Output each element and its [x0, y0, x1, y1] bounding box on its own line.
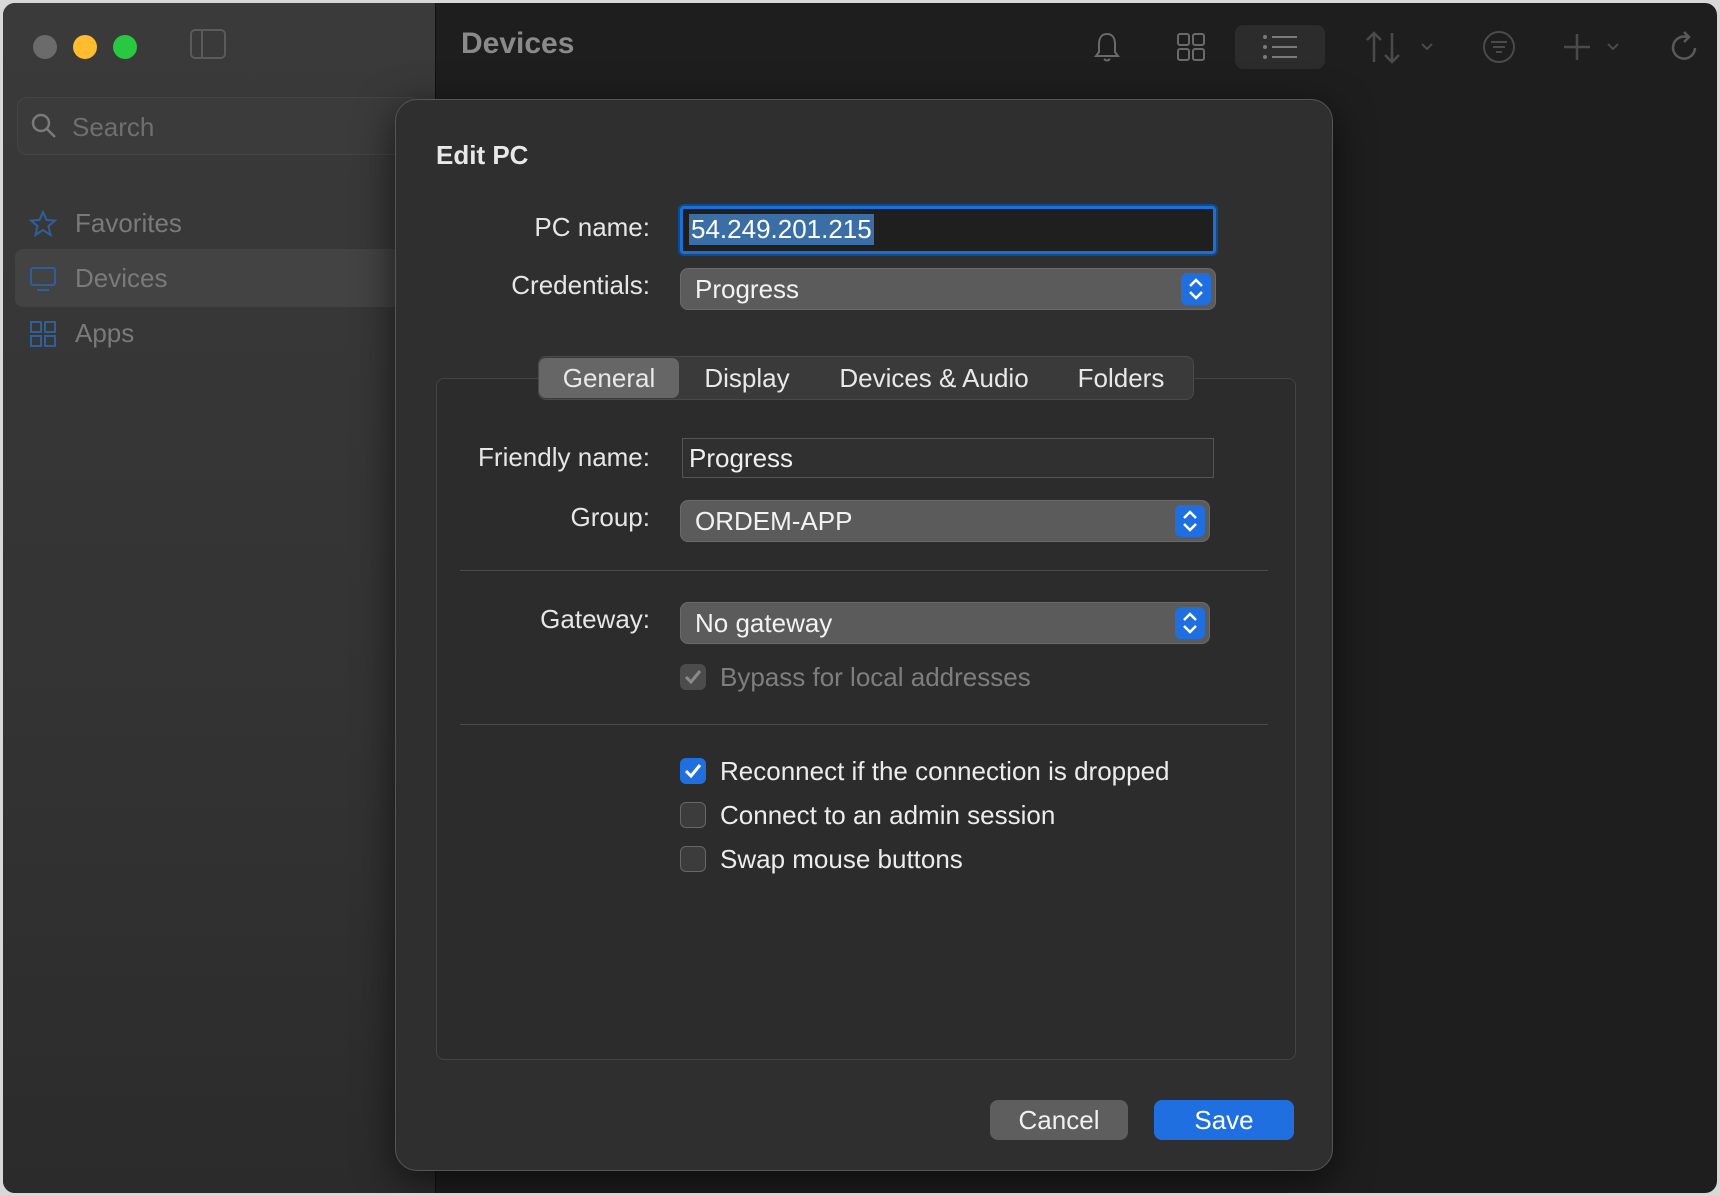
sidebar: Search Favorites Devices Apps — [3, 3, 436, 1193]
group-label: Group: — [570, 502, 651, 532]
credentials-select[interactable]: Progress — [680, 268, 1216, 310]
page-title: Devices — [461, 27, 575, 60]
star-icon — [29, 210, 57, 238]
sort-button[interactable] — [1359, 25, 1439, 69]
friendly-name-value: Progress — [689, 443, 794, 473]
filter-button[interactable] — [1477, 25, 1521, 69]
pc-name-value: 54.249.201.215 — [689, 214, 874, 245]
group-value: ORDEM-APP — [695, 506, 853, 536]
minimize-button[interactable] — [73, 35, 97, 59]
notifications-button[interactable] — [1085, 25, 1129, 69]
save-button[interactable]: Save — [1154, 1100, 1294, 1140]
close-button[interactable] — [33, 35, 57, 59]
search-icon — [31, 113, 56, 138]
gateway-value: No gateway — [695, 608, 833, 638]
gateway-label: Gateway: — [540, 604, 650, 634]
tab-general[interactable]: General — [539, 358, 679, 398]
filter-icon — [1483, 31, 1515, 63]
zoom-button[interactable] — [113, 35, 137, 59]
edit-pc-dialog: Edit PC PC name: 54.249.201.215 Credenti… — [395, 99, 1333, 1171]
friendly-name-label: Friendly name: — [478, 442, 650, 472]
credentials-value: Progress — [695, 274, 800, 304]
sidebar-item-label: Favorites — [75, 208, 182, 238]
bypass-label: Bypass for local addresses — [720, 662, 1031, 692]
admin-session-label: Connect to an admin session — [720, 800, 1056, 830]
admin-session-checkbox[interactable] — [680, 802, 706, 828]
chevron-updown-icon — [1175, 505, 1205, 537]
chevron-updown-icon — [1181, 273, 1211, 305]
list-view-icon — [1263, 35, 1297, 59]
sidebar-item-apps[interactable]: Apps — [15, 304, 435, 362]
bypass-checkbox[interactable] — [680, 664, 706, 690]
sidebar-item-label: Apps — [75, 318, 135, 348]
grid-view-button[interactable] — [1169, 25, 1213, 69]
reconnect-checkbox[interactable] — [680, 758, 706, 784]
apps-icon — [30, 321, 56, 347]
search-placeholder: Search — [72, 112, 155, 142]
checkmark-icon — [684, 670, 702, 685]
list-view-button[interactable] — [1235, 25, 1325, 69]
group-select[interactable]: ORDEM-APP — [680, 500, 1210, 542]
monitor-icon — [30, 267, 56, 291]
cancel-button[interactable]: Cancel — [990, 1100, 1128, 1140]
gateway-select[interactable]: No gateway — [680, 602, 1210, 644]
bell-icon — [1094, 32, 1120, 62]
sidebar-toggle-icon[interactable] — [190, 29, 226, 59]
search-field[interactable]: Search — [17, 97, 419, 155]
tab-display[interactable]: Display — [679, 363, 815, 394]
chevron-updown-icon — [1175, 607, 1205, 639]
tab-folders[interactable]: Folders — [1053, 363, 1189, 394]
friendly-name-input[interactable]: Progress — [682, 438, 1214, 478]
refresh-icon — [1671, 31, 1697, 60]
pc-name-label: PC name: — [534, 212, 650, 242]
credentials-label: Credentials: — [511, 270, 650, 300]
divider — [460, 724, 1268, 725]
reconnect-label: Reconnect if the connection is dropped — [720, 756, 1170, 786]
swap-mouse-label: Swap mouse buttons — [720, 844, 963, 874]
checkmark-icon — [684, 764, 702, 779]
dialog-title: Edit PC — [436, 140, 529, 170]
app-window: Search Favorites Devices Apps Devices Ed… — [3, 3, 1717, 1193]
sort-icon — [1366, 31, 1433, 64]
divider — [460, 570, 1268, 571]
tab-devices-audio[interactable]: Devices & Audio — [815, 363, 1053, 394]
add-icon — [1564, 34, 1619, 60]
grid-view-icon — [1177, 33, 1205, 61]
swap-mouse-checkbox[interactable] — [680, 846, 706, 872]
pc-name-input[interactable]: 54.249.201.215 — [680, 206, 1216, 254]
tab-panel — [436, 378, 1296, 1060]
tab-bar: General Display Devices & Audio Folders — [538, 356, 1194, 400]
sidebar-item-label: Devices — [75, 263, 168, 293]
refresh-button[interactable] — [1663, 25, 1707, 69]
add-button[interactable] — [1559, 25, 1629, 69]
